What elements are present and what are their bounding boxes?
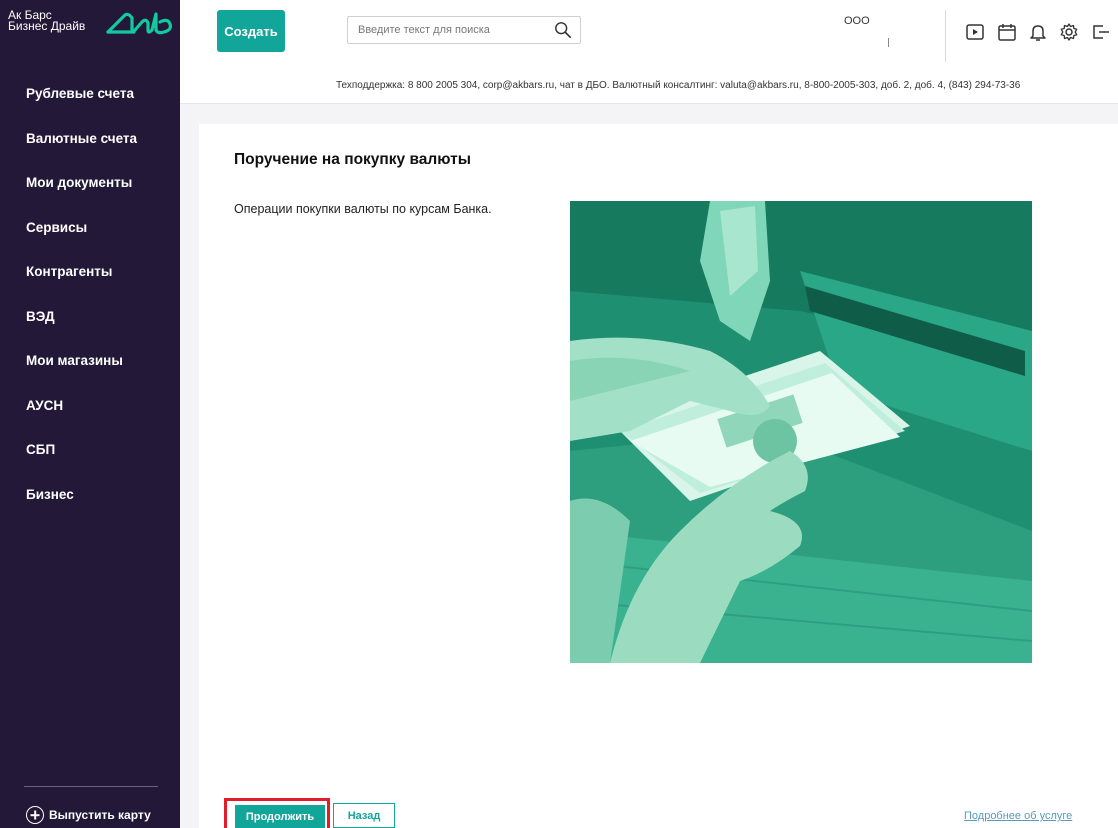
org-name[interactable]: ООО [844, 15, 870, 27]
sidebar: Ак Барс Бизнес Драйв Рублевые счета Валю… [0, 0, 180, 828]
brand-line-2: Бизнес Драйв [8, 19, 86, 33]
sidebar-divider [24, 786, 158, 787]
search-icon[interactable] [554, 21, 572, 39]
search-input[interactable] [348, 17, 548, 43]
issue-card-label: Выпустить карту [49, 808, 151, 822]
page-title: Поручение на покупку валюты [234, 151, 471, 168]
sidebar-item-counterparties[interactable]: Контрагенты [0, 250, 180, 295]
service-details-link[interactable]: Подробнее об услуге [964, 810, 1072, 822]
org-selector-marker [888, 38, 889, 47]
main-panel: Поручение на покупку валюты Операции пок… [199, 124, 1118, 828]
sidebar-item-sbp[interactable]: СБП [0, 428, 180, 473]
issue-card-button[interactable]: Выпустить карту [26, 806, 151, 824]
sidebar-item-currency-accounts[interactable]: Валютные счета [0, 117, 180, 162]
search-box [347, 16, 581, 44]
bell-icon[interactable] [1028, 22, 1048, 42]
header-divider [945, 10, 946, 62]
sidebar-item-ausn[interactable]: АУСН [0, 384, 180, 429]
create-button[interactable]: Создать [217, 10, 285, 52]
page-description: Операции покупки валюты по курсам Банка. [234, 202, 492, 216]
sidebar-item-my-stores[interactable]: Мои магазины [0, 339, 180, 384]
continue-button[interactable]: Продолжить [235, 805, 325, 828]
sidebar-item-ved[interactable]: ВЭД [0, 295, 180, 340]
sidebar-item-rub-accounts[interactable]: Рублевые счета [0, 72, 180, 117]
brand-name: Ак Барс Бизнес Драйв [8, 9, 86, 33]
play-icon[interactable] [965, 22, 985, 42]
back-button[interactable]: Назад [333, 803, 395, 828]
sidebar-item-business[interactable]: Бизнес [0, 473, 180, 518]
sidebar-nav: Рублевые счета Валютные счета Мои докуме… [0, 72, 180, 517]
brand-mark-icon [106, 12, 172, 35]
top-header: Создать ООО Техподдержка: 8 800 2005 304… [180, 0, 1118, 104]
logout-icon[interactable] [1090, 22, 1110, 42]
plus-circle-icon [26, 806, 44, 824]
calendar-icon[interactable] [997, 22, 1017, 42]
support-info: Техподдержка: 8 800 2005 304, corp@akbar… [336, 80, 1021, 91]
sidebar-item-my-documents[interactable]: Мои документы [0, 161, 180, 206]
sidebar-item-services[interactable]: Сервисы [0, 206, 180, 251]
currency-exchange-illustration [570, 201, 1032, 663]
gear-icon[interactable] [1059, 22, 1079, 42]
brand-logo[interactable]: Ак Барс Бизнес Драйв [8, 9, 178, 50]
